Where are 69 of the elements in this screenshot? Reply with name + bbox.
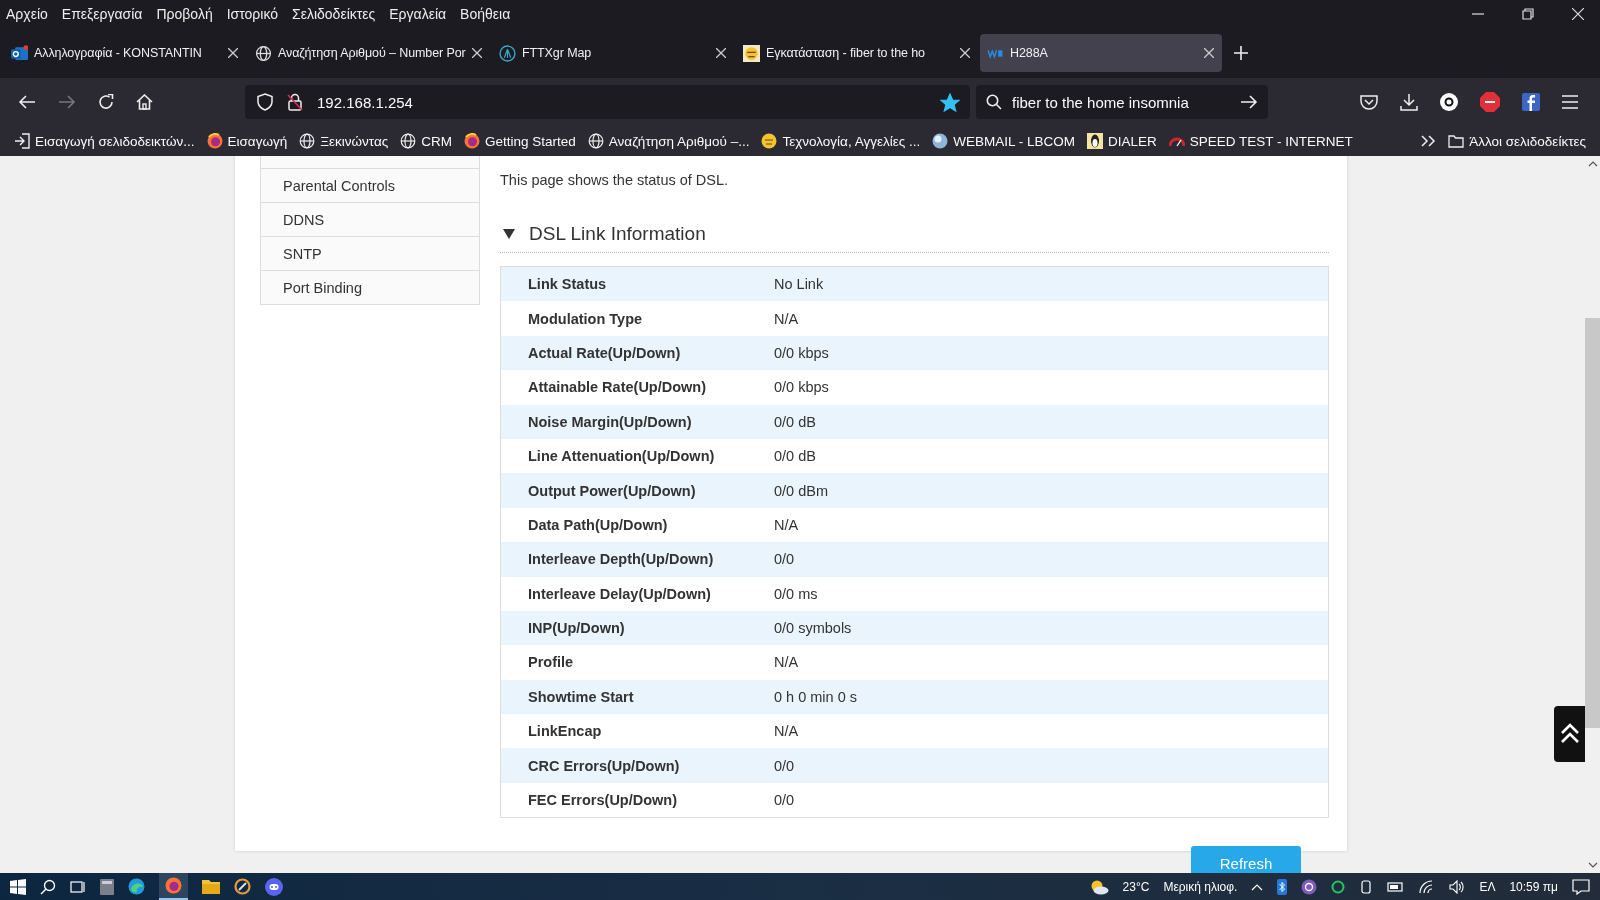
row-label: Actual Rate(Up/Down) — [527, 344, 682, 361]
row-label: INP(Up/Down) — [527, 620, 626, 637]
row-value: N/A — [774, 516, 799, 533]
row-label: Attainable Rate(Up/Down) — [527, 379, 708, 396]
sidebar-item[interactable]: Port Binding — [261, 270, 479, 304]
browser-tab[interactable]: FTTXgr Map — [492, 34, 734, 72]
bookmark-item[interactable]: DIALER — [1087, 133, 1157, 149]
row-value: 0/0 — [774, 792, 795, 809]
menu-item[interactable]: Αρχείο — [6, 6, 48, 22]
url-text: 192.168.1.254 — [317, 93, 414, 111]
row-label: Modulation Type — [527, 310, 644, 327]
search-field[interactable]: fiber to the home insomnia — [976, 85, 1268, 119]
page-description: This page shows the status of DSL. — [500, 171, 730, 190]
bookmark-item[interactable]: Getting Started — [464, 133, 576, 149]
address-bar[interactable]: 192.168.1.254 — [245, 85, 970, 119]
browser-tab[interactable]: H288A — [980, 34, 1222, 72]
row-value: 0/0 dB — [774, 448, 816, 465]
row-label: Output Power(Up/Down) — [527, 482, 697, 499]
row-value: 0 h 0 min 0 s — [774, 688, 857, 705]
row-label: Line Attenuation(Up/Down) — [527, 448, 716, 465]
browser-tab[interactable]: Αλληλογραφία - KONSTANTIN — [4, 34, 246, 72]
row-value: No Link — [774, 276, 824, 293]
temperature-text: 23°C — [1122, 879, 1150, 894]
language-indicator[interactable]: ΕΛ — [1479, 879, 1496, 894]
bookmark-item[interactable]: Ξεκινώντας — [299, 133, 389, 149]
row-value: 0/0 kbps — [774, 344, 829, 361]
menu-item[interactable]: Σελιδοδείκτες — [292, 6, 376, 22]
bookmark-item[interactable]: WEBMAIL - LBCOM — [932, 133, 1075, 149]
row-value: N/A — [774, 723, 799, 740]
menu-item[interactable]: Προβολή — [156, 6, 213, 22]
row-value: 0/0 — [774, 551, 795, 568]
section-title: DSL Link Information — [529, 223, 706, 245]
row-label: Profile — [527, 654, 575, 671]
browser-tab[interactable]: Αναζήτηση Αριθμού – Number Por — [248, 34, 490, 72]
row-value: 0/0 dBm — [774, 482, 828, 499]
menu-item[interactable]: Επεξεργασία — [61, 6, 143, 22]
row-label: Noise Margin(Up/Down) — [527, 413, 693, 430]
bookmark-item[interactable]: Αναζήτηση Αριθμού –... — [587, 133, 750, 149]
bookmark-item[interactable]: SPEED TEST - INTERNET — [1168, 133, 1353, 149]
row-value: 0/0 ms — [774, 585, 818, 602]
menu-item[interactable]: Βοήθεια — [460, 6, 511, 22]
row-value: 0/0 — [774, 757, 795, 774]
row-label: FEC Errors(Up/Down) — [527, 792, 679, 809]
bookmark-item[interactable]: CRM — [400, 133, 453, 149]
bookmark-folder[interactable]: Άλλοι σελιδοδείκτες — [1448, 133, 1586, 149]
row-value: 0/0 kbps — [774, 379, 829, 396]
row-label: CRC Errors(Up/Down) — [527, 757, 681, 774]
row-label: Interleave Delay(Up/Down) — [527, 585, 712, 602]
menu-item[interactable]: Ιστορικό — [226, 6, 278, 22]
row-value: 0/0 symbols — [774, 620, 852, 637]
clock-text[interactable]: 10:59 πμ — [1509, 879, 1558, 894]
row-label: LinkEncap — [527, 723, 603, 740]
row-label: Data Path(Up/Down) — [527, 516, 669, 533]
browser-tab[interactable]: Εγκατάσταση - fiber to the ho — [736, 34, 978, 72]
bookmark-item[interactable]: Τεχνολογία, Αγγελίες ... — [761, 133, 921, 149]
row-label: Interleave Depth(Up/Down) — [527, 551, 715, 568]
sidebar-item[interactable]: DDNS — [261, 202, 479, 236]
row-value: N/A — [774, 654, 799, 671]
row-value: N/A — [774, 310, 799, 327]
row-label: Showtime Start — [527, 688, 635, 705]
row-label: Link Status — [527, 276, 608, 293]
section-header[interactable]: DSL Link Information — [500, 216, 1329, 253]
bookmark-item[interactable]: Εισαγωγή — [206, 133, 288, 149]
menu-item[interactable]: Εργαλεία — [389, 6, 447, 22]
sidebar-item[interactable]: SNTP — [261, 236, 479, 270]
sidebar-item[interactable]: Parental Controls — [261, 168, 479, 202]
row-value: 0/0 dB — [774, 413, 816, 430]
weather-text: Μερική ηλιοφ. — [1163, 879, 1238, 894]
bookmark-item[interactable]: Εισαγωγή σελιδοδεικτών... — [14, 133, 195, 149]
